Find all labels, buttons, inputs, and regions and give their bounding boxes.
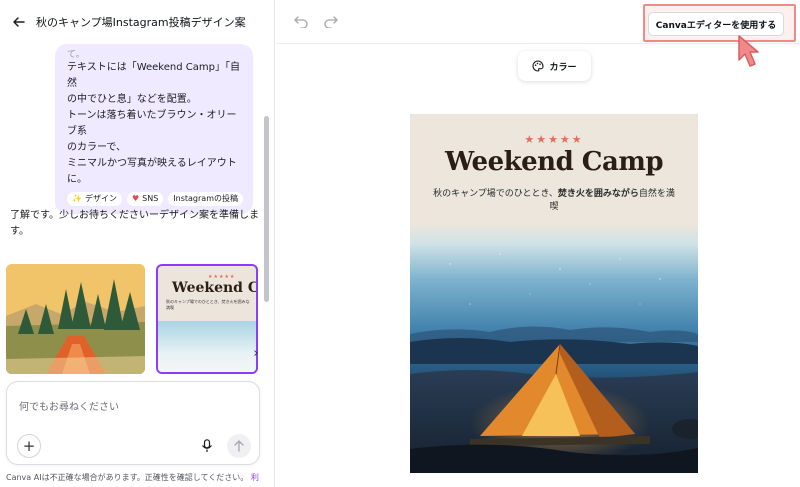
redo-icon bbox=[324, 16, 338, 28]
tag-label: デザイン bbox=[84, 194, 117, 203]
poster-stars: ★★★★★ bbox=[524, 133, 584, 146]
plus-icon: + bbox=[22, 437, 36, 455]
chat-input-placeholder[interactable]: 何でもお尋ねください bbox=[19, 398, 119, 413]
design-thumbnail-2[interactable]: ★★★★★ Weekend Ca 秋のキャンプ場でのひととき、焚き火を囲みな 満… bbox=[156, 264, 258, 374]
terms-link[interactable]: 利 bbox=[251, 473, 259, 482]
ai-chat-panel: 秋のキャンプ場Instagram投稿デザイン案 て。 テキストには「Weeken… bbox=[0, 0, 275, 487]
faded-previous-line: て。 bbox=[67, 50, 85, 60]
tag-label: SNS bbox=[142, 194, 159, 203]
send-button[interactable] bbox=[227, 434, 251, 458]
arrow-left-icon bbox=[13, 17, 25, 27]
prompt-text: テキストには「Weekend Camp」「自然 の中でひと息」などを配置。 トー… bbox=[67, 62, 240, 185]
microphone-icon bbox=[202, 439, 212, 452]
add-attachment-button[interactable]: + bbox=[17, 434, 41, 458]
user-prompt-bubble: て。 テキストには「Weekend Camp」「自然 の中でひと息」などを配置。… bbox=[55, 44, 253, 214]
prompt-tags: ✨ デザイン ♥ SNS Instagramの投稿 bbox=[67, 192, 243, 206]
voice-input-button[interactable] bbox=[195, 434, 219, 458]
use-canva-editor-button[interactable]: Canvaエディターを使用する bbox=[648, 12, 784, 36]
chat-title: 秋のキャンプ場Instagram投稿デザイン案 bbox=[36, 16, 246, 29]
heart-icon: ♥ bbox=[131, 194, 140, 203]
chevron-right-icon: › bbox=[253, 345, 259, 361]
sparkle-icon: ✨ bbox=[72, 194, 82, 203]
disclaimer-text: Canva AIは不正確な場合があります。正確性を確認してください。 bbox=[6, 473, 249, 482]
mouse-cursor-icon bbox=[738, 35, 759, 67]
poster-subtitle: 秋のキャンプ場でのひととき、焚き火を囲みながら自然を満喫 bbox=[430, 188, 678, 214]
undo-button[interactable] bbox=[291, 12, 311, 32]
design-preview[interactable]: ★★★★★ Weekend Camp 秋のキャンプ場でのひととき、焚き火を囲みな… bbox=[410, 114, 698, 473]
chat-scrollbar[interactable] bbox=[264, 116, 269, 302]
tag-sns[interactable]: ♥ SNS bbox=[126, 192, 164, 206]
chat-input-box[interactable]: 何でもお尋ねください + bbox=[6, 381, 260, 465]
poster-subtitle-pre: 秋のキャンプ場でのひととき、 bbox=[433, 189, 558, 199]
poster-title: Weekend Camp bbox=[444, 147, 664, 177]
ai-disclaimer: Canva AIは不正確な場合があります。正確性を確認してください。 利 bbox=[6, 472, 270, 483]
app: 秋のキャンプ場Instagram投稿デザイン案 て。 テキストには「Weeken… bbox=[0, 0, 800, 487]
tag-label: Instagramの投稿 bbox=[173, 194, 238, 203]
color-button[interactable]: カラー bbox=[518, 51, 591, 81]
back-button[interactable] bbox=[4, 7, 34, 37]
design-thumbnails: ★★★★★ Weekend Ca 秋のキャンプ場でのひととき、焚き火を囲みな 満… bbox=[6, 264, 268, 374]
assistant-reply: 了解です。少しお待ちくださいーデザイン案を準備しま す。 bbox=[10, 210, 259, 237]
chat-header: 秋のキャンプ場Instagram投稿デザイン案 bbox=[0, 0, 274, 44]
chat-history[interactable]: て。 テキストには「Weekend Camp」「自然 の中でひと息」などを配置。… bbox=[0, 44, 274, 374]
arrow-up-icon bbox=[234, 440, 244, 452]
thumb-subtitle: 秋のキャンプ場でのひととき、焚き火を囲みな 満喫 bbox=[166, 299, 250, 310]
tag-design[interactable]: ✨ デザイン bbox=[67, 192, 122, 206]
thumb-title: Weekend Ca bbox=[172, 280, 258, 296]
forest-illustration bbox=[6, 264, 145, 374]
thumb-sky bbox=[158, 321, 256, 372]
next-thumbnail-button[interactable]: › bbox=[247, 344, 265, 362]
poster-subtitle-bold: 焚き火を囲みながら bbox=[557, 189, 639, 199]
undo-icon bbox=[294, 16, 308, 28]
design-thumbnail-1[interactable] bbox=[6, 264, 145, 374]
color-button-label: カラー bbox=[549, 62, 577, 73]
preview-toolbar: Canvaエディターを使用する bbox=[276, 0, 800, 67]
preview-panel: Canvaエディターを使用する カラー ★★★★★ Weekend Camp 秋… bbox=[276, 0, 800, 487]
palette-icon bbox=[533, 60, 545, 72]
tag-instagram-post[interactable]: Instagramの投稿 bbox=[168, 192, 243, 206]
redo-button[interactable] bbox=[321, 12, 341, 32]
camping-tent-photo bbox=[410, 224, 698, 473]
